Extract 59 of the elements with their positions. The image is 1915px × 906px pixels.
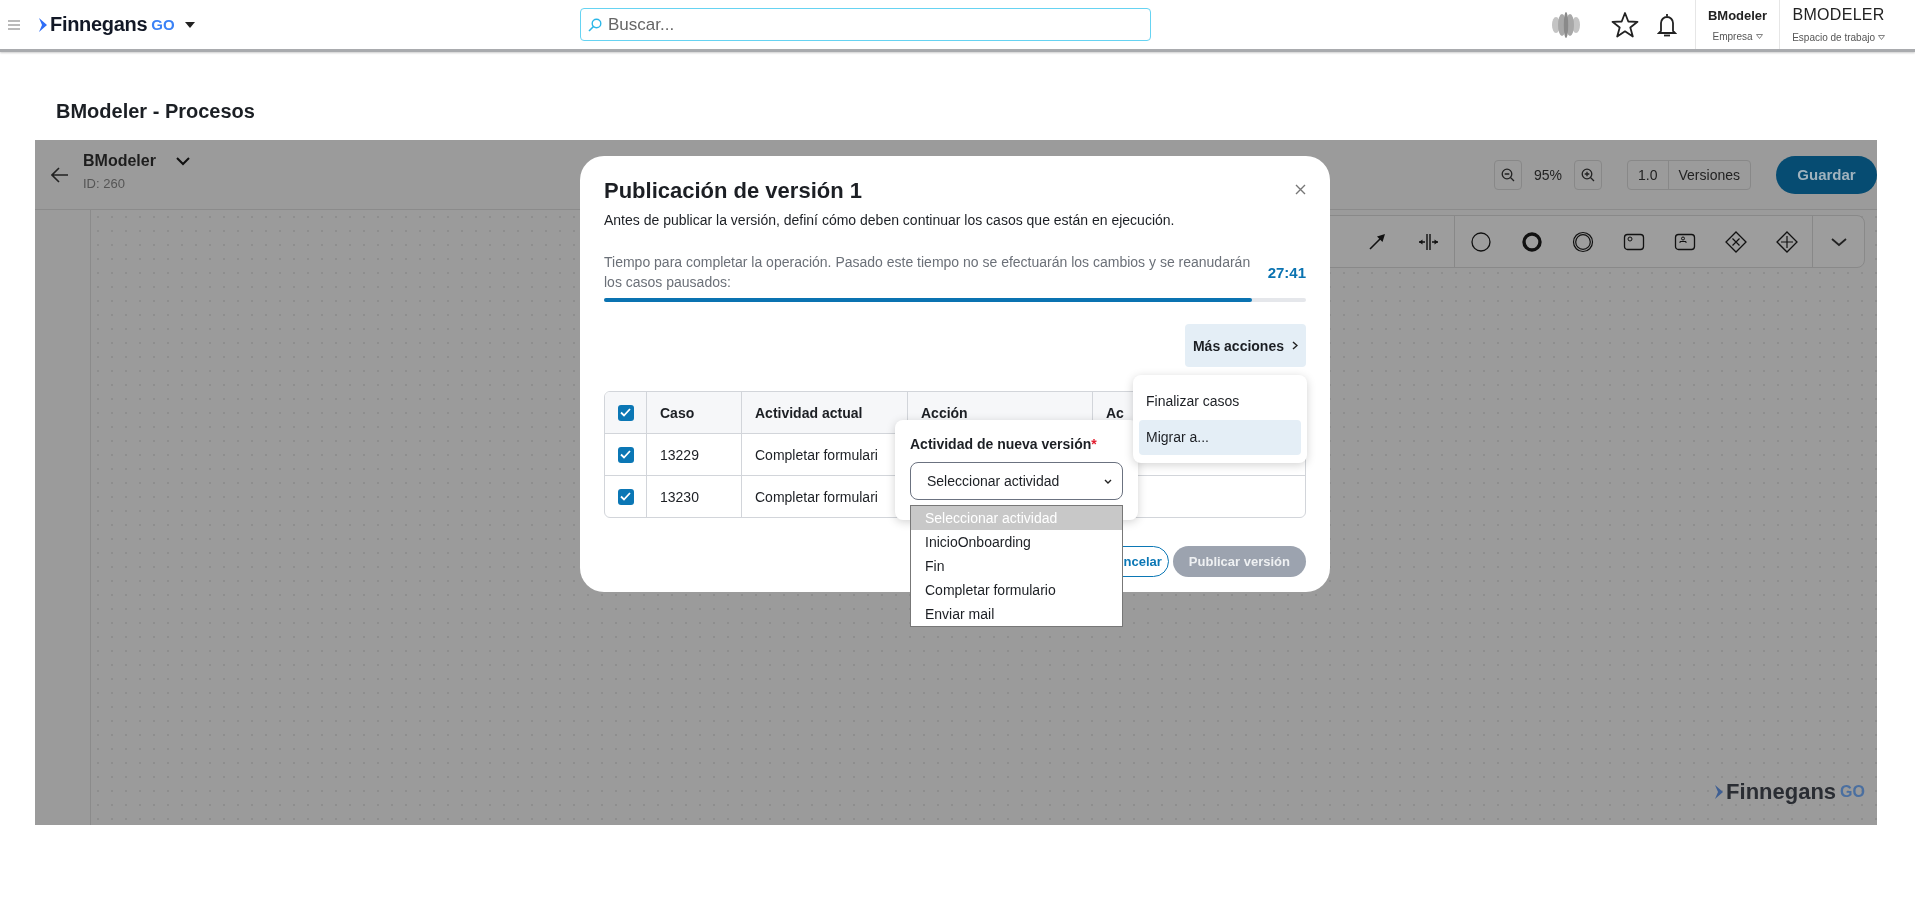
- process-id: ID: 260: [83, 176, 126, 191]
- version-number: 1.0: [1628, 160, 1669, 189]
- chevron-logo-icon: [38, 16, 49, 33]
- logo-suffix: GO: [1840, 783, 1865, 801]
- close-icon[interactable]: [1295, 184, 1306, 195]
- logo-name: Finnegans: [1726, 779, 1837, 805]
- checkbox[interactable]: [617, 446, 634, 463]
- zoom-out-button[interactable]: [1494, 159, 1522, 190]
- table-cell: Completar formulari: [755, 488, 878, 505]
- menu-item[interactable]: Migrar a...: [1139, 419, 1301, 455]
- timer-description: Tiempo para completar la operación. Pasado este tiempo no se efectuarán los cambios y se reanudarán los casos pausados:: [604, 253, 1252, 292]
- table-cell: Completar formulari: [755, 446, 878, 463]
- back-arrow-icon[interactable]: [51, 166, 69, 183]
- column-header: Actividad actual: [755, 404, 863, 421]
- more-actions-button[interactable]: Más acciones: [1184, 324, 1306, 367]
- version-selector[interactable]: 1.0 Versiones: [1627, 159, 1751, 190]
- option-item[interactable]: Enviar mail: [911, 602, 1122, 626]
- countdown-timer: 27:41: [1267, 263, 1306, 281]
- dialog-subtitle: Antes de publicar la versión, definí cómo deben continuar los casos que están en ejecución.: [604, 212, 1176, 228]
- column-header: Acción: [921, 404, 968, 421]
- bell-icon[interactable]: [1656, 11, 1677, 38]
- checkbox[interactable]: [617, 404, 634, 421]
- checkbox[interactable]: [617, 488, 634, 505]
- search-field[interactable]: Buscar...: [580, 8, 1151, 41]
- star-icon[interactable]: [1610, 11, 1639, 38]
- zoom-level: 95%: [1534, 166, 1563, 183]
- dialog-title: Publicación de versión 1: [604, 178, 862, 204]
- option-item[interactable]: Completar formulario: [911, 578, 1122, 602]
- activity-select[interactable]: Seleccionar actividad: [910, 462, 1123, 500]
- workspace-label[interactable]: Espacio de trabajo: [1792, 32, 1875, 43]
- page-title: BModeler - Procesos: [56, 100, 256, 123]
- company-label[interactable]: Empresa: [1712, 30, 1753, 42]
- table-cell: 13229: [660, 446, 699, 463]
- apps-cluster-icon[interactable]: [1550, 11, 1581, 38]
- menu-item[interactable]: Finalizar casos: [1139, 383, 1301, 419]
- column-header: Ac: [1106, 404, 1124, 421]
- logo-suffix: GO: [151, 16, 175, 33]
- caret-down-icon[interactable]: [184, 21, 195, 28]
- search-icon: [588, 18, 602, 32]
- field-label: Actividad de nueva versión*: [910, 436, 1098, 452]
- logo-name: Finnegans: [50, 13, 148, 36]
- diamond-x-icon[interactable]: [1724, 230, 1747, 253]
- column-header: Caso: [660, 404, 695, 421]
- save-button[interactable]: Guardar: [1776, 155, 1877, 194]
- process-name: BModeler: [83, 152, 156, 170]
- diamond-plus-icon[interactable]: [1775, 230, 1798, 253]
- table-cell: 13230: [660, 488, 699, 505]
- company-name[interactable]: BModeler: [1707, 7, 1768, 23]
- versions-button[interactable]: Versiones: [1668, 160, 1750, 189]
- double-circle-icon[interactable]: [1571, 230, 1594, 253]
- thick-circle-icon[interactable]: [1520, 230, 1543, 253]
- chevron-down-icon[interactable]: [175, 156, 190, 166]
- chevron-right-icon: [1292, 341, 1298, 350]
- circle-icon[interactable]: [1469, 230, 1492, 253]
- chevron-down-icon: [1104, 478, 1112, 484]
- workspace-name[interactable]: BMODELER: [1792, 6, 1885, 24]
- zoom-in-button[interactable]: [1574, 159, 1603, 190]
- zoom-out-icon: [1501, 167, 1515, 182]
- zoom-in-icon: [1581, 167, 1596, 182]
